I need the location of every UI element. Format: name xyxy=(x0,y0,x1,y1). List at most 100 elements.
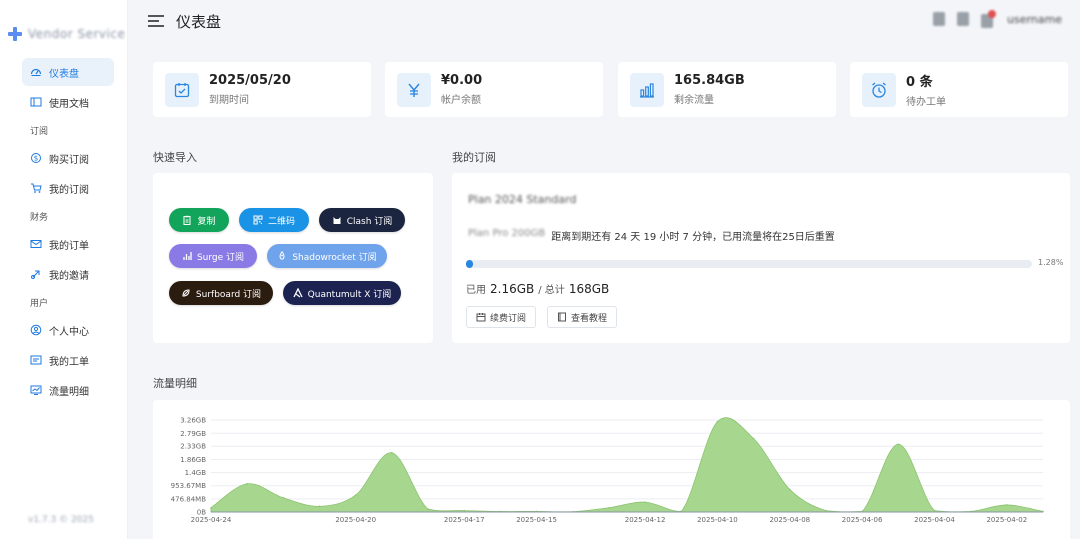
expire-line: Plan Pro 200GB 距离到期还有 24 天 19 小时 7 分钟，已用… xyxy=(468,228,835,243)
brand-name: Vendor Service xyxy=(28,27,126,41)
header-actions: username xyxy=(933,10,1062,28)
stat-card: ¥0.00 帐户余额 xyxy=(385,62,603,117)
import-button-5[interactable]: Surfboard 订阅 xyxy=(169,281,273,305)
stat-value: ¥0.00 xyxy=(441,73,483,88)
sidebar-item-user[interactable]: 个人中心 xyxy=(22,316,114,344)
traffic-data-point[interactable] xyxy=(644,501,646,503)
surfboard-icon xyxy=(181,288,191,298)
used-prefix: 已用 xyxy=(466,285,486,296)
order-icon xyxy=(30,238,42,250)
chart-y-tick-label: 1.4GB xyxy=(185,469,207,477)
menu-toggle-icon[interactable] xyxy=(148,14,164,28)
sidebar-item-coin[interactable]: $ 购买订阅 xyxy=(22,144,114,172)
coin-icon: $ xyxy=(30,152,42,164)
sidebar-item-label: 仪表盘 xyxy=(49,68,79,80)
expire-text: 距离到期还有 24 天 19 小时 7 分钟，已用流量将在25日后重置 xyxy=(551,232,835,243)
import-button-label: 复制 xyxy=(197,216,216,227)
progress-percent: 1.28% xyxy=(1038,258,1064,267)
traffic-data-point[interactable] xyxy=(282,497,285,499)
rocket-icon xyxy=(277,251,287,261)
chart-x-tick-label: 2025-04-06 xyxy=(842,516,883,524)
traffic-data-point[interactable] xyxy=(788,488,791,491)
used-value: 2.16GB xyxy=(490,282,535,296)
traffic-data-point[interactable] xyxy=(1006,504,1008,506)
sidebar-item-traffic[interactable]: 流量明细 xyxy=(22,376,114,404)
import-button-label: Surge 订阅 xyxy=(196,252,245,263)
import-button-label: Shadowrocket 订阅 xyxy=(292,252,377,263)
alarm-clock-icon xyxy=(862,72,896,107)
logo-icon xyxy=(8,27,22,41)
import-button-3[interactable]: Surge 订阅 xyxy=(169,244,257,268)
stat-text: 0 条待办工单 xyxy=(906,71,946,108)
sidebar-group-title: 订阅 xyxy=(30,127,49,137)
traffic-data-point[interactable] xyxy=(825,509,827,512)
sidebar-item-label: 购买订阅 xyxy=(49,154,89,166)
stat-value: 0 条 xyxy=(906,75,933,90)
tutorial-button[interactable]: 查看教程 xyxy=(547,306,618,328)
dashboard-icon xyxy=(30,66,42,78)
traffic-data-point[interactable] xyxy=(318,505,321,508)
import-button-1[interactable]: 二维码 xyxy=(239,208,309,232)
sidebar-item-order[interactable]: 我的订单 xyxy=(22,230,114,258)
traffic-data-point[interactable] xyxy=(427,508,429,510)
chart-x-tick-label: 2025-04-15 xyxy=(516,516,557,524)
usage-summary: 已用 2.16GB / 总计 168GB xyxy=(466,281,609,296)
traffic-data-point[interactable] xyxy=(933,509,936,512)
chart-x-tick-label: 2025-04-12 xyxy=(625,516,666,524)
surge-icon xyxy=(182,251,192,261)
sidebar-group-title: 财务 xyxy=(30,213,49,223)
chart-x-tick-label: 2025-04-02 xyxy=(986,516,1027,524)
import-button-4[interactable]: Shadowrocket 订阅 xyxy=(267,244,387,268)
brand-logo[interactable]: Vendor Service xyxy=(8,22,128,46)
traffic-data-point[interactable] xyxy=(608,506,610,509)
traffic-data-point[interactable] xyxy=(752,437,755,440)
quantumult-icon xyxy=(293,288,303,298)
traffic-progress-bar xyxy=(466,260,1032,268)
traffic-data-point[interactable] xyxy=(897,443,900,446)
traffic-data-point[interactable] xyxy=(246,482,248,485)
document-icon[interactable] xyxy=(933,12,945,26)
sidebar-item-label: 我的订阅 xyxy=(49,184,89,196)
sidebar-item-book[interactable]: 使用文档 xyxy=(22,88,114,116)
yen-icon xyxy=(397,72,431,107)
traffic-data-point[interactable] xyxy=(391,451,393,454)
language-icon[interactable] xyxy=(957,12,969,26)
stat-label: 到期时间 xyxy=(209,95,249,106)
chart-x-tick-label: 2025-04-24 xyxy=(191,516,232,524)
notification-icon[interactable] xyxy=(981,10,996,28)
stat-card: 165.84GB 剩余流量 xyxy=(618,62,836,117)
page-title: 仪表盘 xyxy=(176,13,222,31)
sidebar-item-cart[interactable]: 我的订阅 xyxy=(22,174,114,202)
total-value: 168GB xyxy=(568,282,610,296)
sidebar-item-dashboard[interactable]: 仪表盘 xyxy=(22,58,114,86)
traffic-data-point[interactable] xyxy=(210,506,212,509)
traffic-chart[interactable]: 0B476.84MB953.67MB1.4GB1.86GB2.33GB2.79G… xyxy=(153,400,1070,539)
sidebar-item-ticket[interactable]: 我的工单 xyxy=(22,346,114,374)
renew-button[interactable]: 续费订阅 xyxy=(466,306,537,328)
stat-card: 2025/05/20 到期时间 xyxy=(153,62,371,117)
sidebar-item-label: 个人中心 xyxy=(49,326,89,338)
sidebar-item-invite[interactable]: 我的邀请 xyxy=(22,260,114,288)
subscription-card: Plan 2024 Standard Plan Pro 200GB 距离到期还有… xyxy=(452,173,1070,343)
traffic-data-point[interactable] xyxy=(716,420,719,423)
import-button-label: Surfboard 订阅 xyxy=(195,289,262,300)
import-button-6[interactable]: Quantumult X 订阅 xyxy=(283,281,401,305)
chart-x-tick-label: 2025-04-10 xyxy=(697,516,738,524)
traffic-data-point[interactable] xyxy=(463,509,466,512)
import-button-2[interactable]: Clash 订阅 xyxy=(319,208,405,232)
import-button-0[interactable]: 复制 xyxy=(169,208,229,232)
invite-icon xyxy=(30,268,42,280)
import-button-label: Quantumult X 订阅 xyxy=(307,289,392,300)
traffic-data-point[interactable] xyxy=(354,494,357,496)
clipboard-icon xyxy=(182,215,192,225)
sidebar-item-label: 我的邀请 xyxy=(49,270,89,282)
chart-x-tick-label: 2025-04-20 xyxy=(335,516,376,524)
qrcode-icon xyxy=(253,215,263,225)
user-icon xyxy=(30,324,42,336)
plan-name: Plan 2024 Standard xyxy=(468,193,577,206)
import-button-label: Clash 订阅 xyxy=(346,216,393,227)
user-menu[interactable]: username xyxy=(1007,13,1062,26)
chart-y-tick-label: 476.84MB xyxy=(171,495,207,503)
traffic-area-series[interactable] xyxy=(210,417,1044,513)
cat-icon xyxy=(332,215,342,225)
